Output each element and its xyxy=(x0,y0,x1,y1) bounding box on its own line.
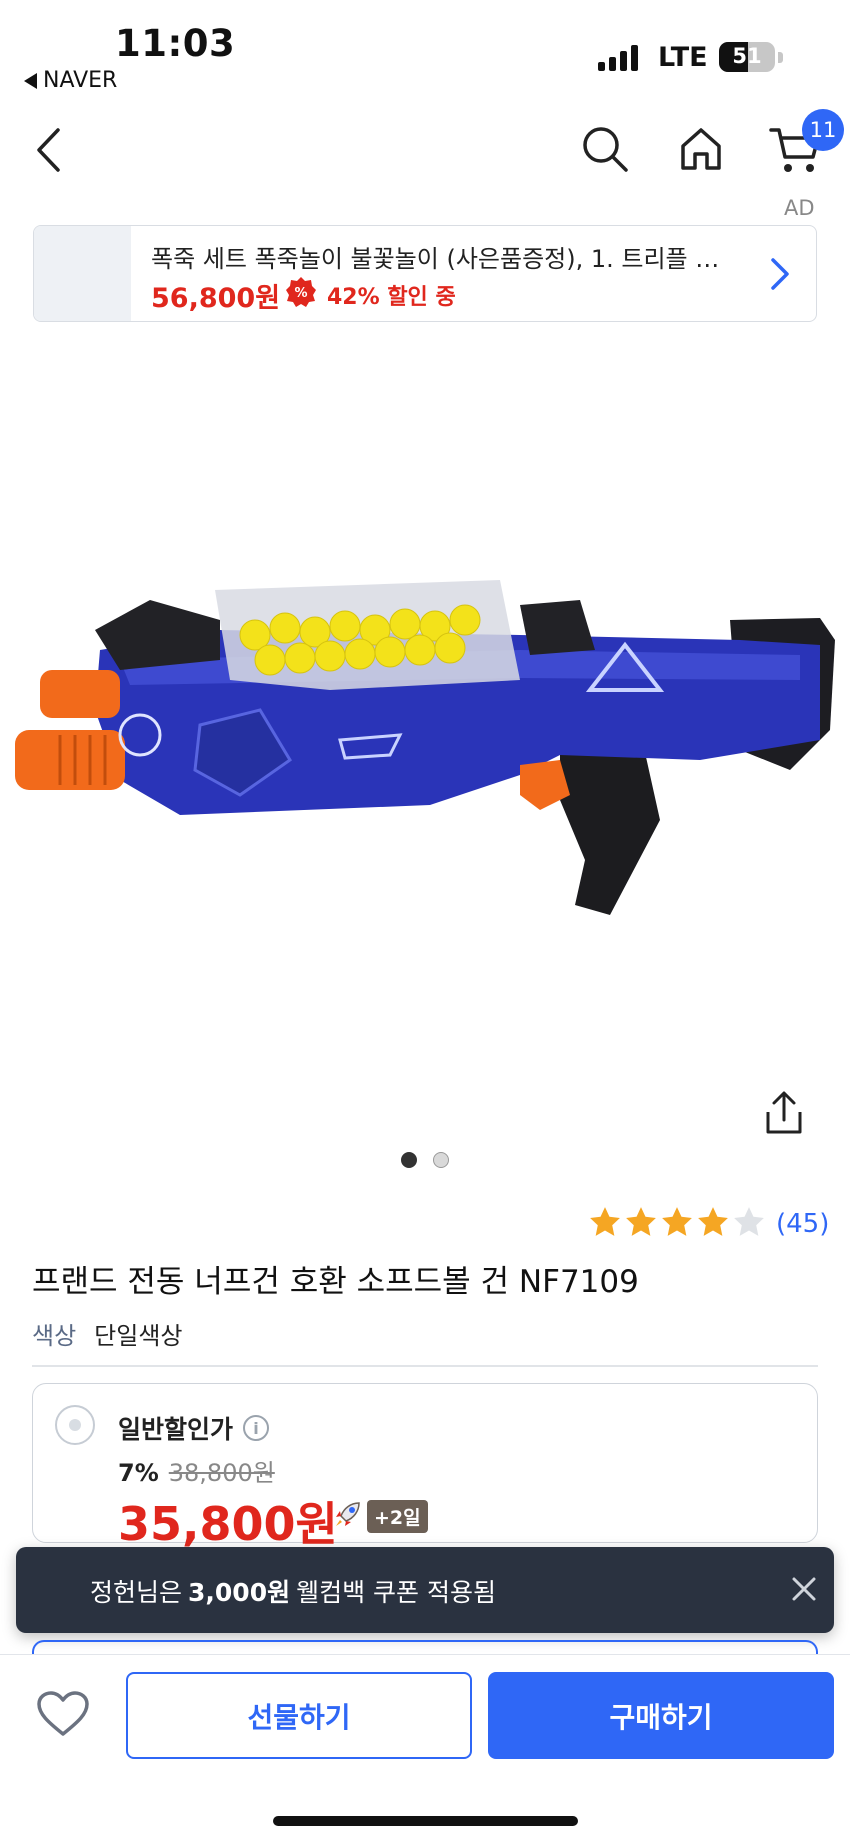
network-type: LTE xyxy=(658,42,708,73)
discount-badge-symbol: % xyxy=(294,286,307,301)
home-indicator xyxy=(273,1816,578,1826)
rating-stars xyxy=(588,1205,766,1243)
status-time: 11:03 xyxy=(115,22,236,65)
delivery-info: +2일 xyxy=(333,1499,428,1533)
pagination-dot[interactable] xyxy=(433,1152,449,1168)
battery-tip xyxy=(778,52,783,63)
star-filled-icon xyxy=(696,1205,730,1243)
battery-icon: 51 xyxy=(719,42,775,72)
ad-price: 56,800원 xyxy=(151,283,281,314)
product-title: 프랜드 전동 너프건 호환 소프드볼 건 NF7109 xyxy=(32,1264,639,1300)
option-value: 단일색상 xyxy=(94,1322,183,1350)
chevron-right-icon[interactable] xyxy=(769,256,791,296)
toast-message: 정헌님은 3,000원 웰컴백 쿠폰 적용됨 xyxy=(90,1573,496,1609)
price-option-radio[interactable] xyxy=(55,1405,95,1445)
info-icon[interactable]: i xyxy=(243,1415,270,1441)
discount-rate: 7% xyxy=(118,1459,159,1487)
option-label: 색상 xyxy=(32,1322,77,1350)
gift-button[interactable]: 선물하기 xyxy=(126,1672,472,1759)
coupon-toast: 정헌님은 3,000원 웰컴백 쿠폰 적용됨 xyxy=(16,1547,834,1633)
star-filled-icon xyxy=(624,1205,658,1243)
back-chevron-icon[interactable] xyxy=(28,125,68,175)
heart-icon[interactable] xyxy=(36,1690,90,1742)
review-count[interactable]: (45) xyxy=(776,1209,829,1239)
option-row: 색상 단일색상 xyxy=(32,1316,183,1351)
search-icon[interactable] xyxy=(580,124,630,174)
star-filled-icon xyxy=(588,1205,622,1243)
ad-label: AD xyxy=(784,196,815,220)
back-app-label: NAVER xyxy=(43,68,118,93)
cart-count-badge: 11 xyxy=(802,109,844,151)
delivery-badge: +2일 xyxy=(367,1499,428,1533)
price-plan: 일반할인가 i xyxy=(118,1410,270,1446)
close-icon[interactable] xyxy=(788,1573,820,1609)
toast-suffix: 웰컴백 쿠폰 적용됨 xyxy=(296,1578,496,1607)
toast-prefix: 정헌님은 xyxy=(90,1578,183,1607)
back-triangle-icon xyxy=(24,72,37,89)
divider xyxy=(32,1365,818,1367)
final-price: 35,800원 xyxy=(118,1497,338,1551)
ad-thumbnail xyxy=(34,226,131,321)
star-empty-icon xyxy=(732,1205,766,1243)
rocket-icon xyxy=(333,1499,363,1533)
toast-amount: 3,000원 xyxy=(188,1578,291,1607)
original-price: 38,800원 xyxy=(168,1459,275,1487)
battery-level: 51 xyxy=(732,44,762,68)
product-image[interactable] xyxy=(0,560,850,960)
share-icon[interactable] xyxy=(762,1090,806,1140)
pagination-dot[interactable] xyxy=(401,1152,417,1168)
ad-title: 폭죽 세트 폭죽놀이 불꽃놀이 (사은품증정), 1. 트리플 … xyxy=(151,245,720,273)
cellular-signal-icon xyxy=(598,43,638,71)
product-rating[interactable]: (45) xyxy=(588,1205,829,1243)
star-filled-icon xyxy=(660,1205,694,1243)
ad-banner[interactable]: 폭죽 세트 폭죽놀이 불꽃놀이 (사은품증정), 1. 트리플 … 56,800… xyxy=(33,225,817,322)
home-icon[interactable] xyxy=(676,124,726,174)
back-to-app-link[interactable]: NAVER xyxy=(24,68,117,93)
image-pagination xyxy=(0,1152,850,1168)
discount-row: 7% 38,800원 xyxy=(118,1453,275,1488)
buy-button[interactable]: 구매하기 xyxy=(488,1672,834,1759)
price-plan-label: 일반할인가 xyxy=(118,1415,234,1444)
ad-discount-text: 42% 할인 중 xyxy=(327,285,456,310)
discount-badge-icon: % xyxy=(286,277,316,307)
